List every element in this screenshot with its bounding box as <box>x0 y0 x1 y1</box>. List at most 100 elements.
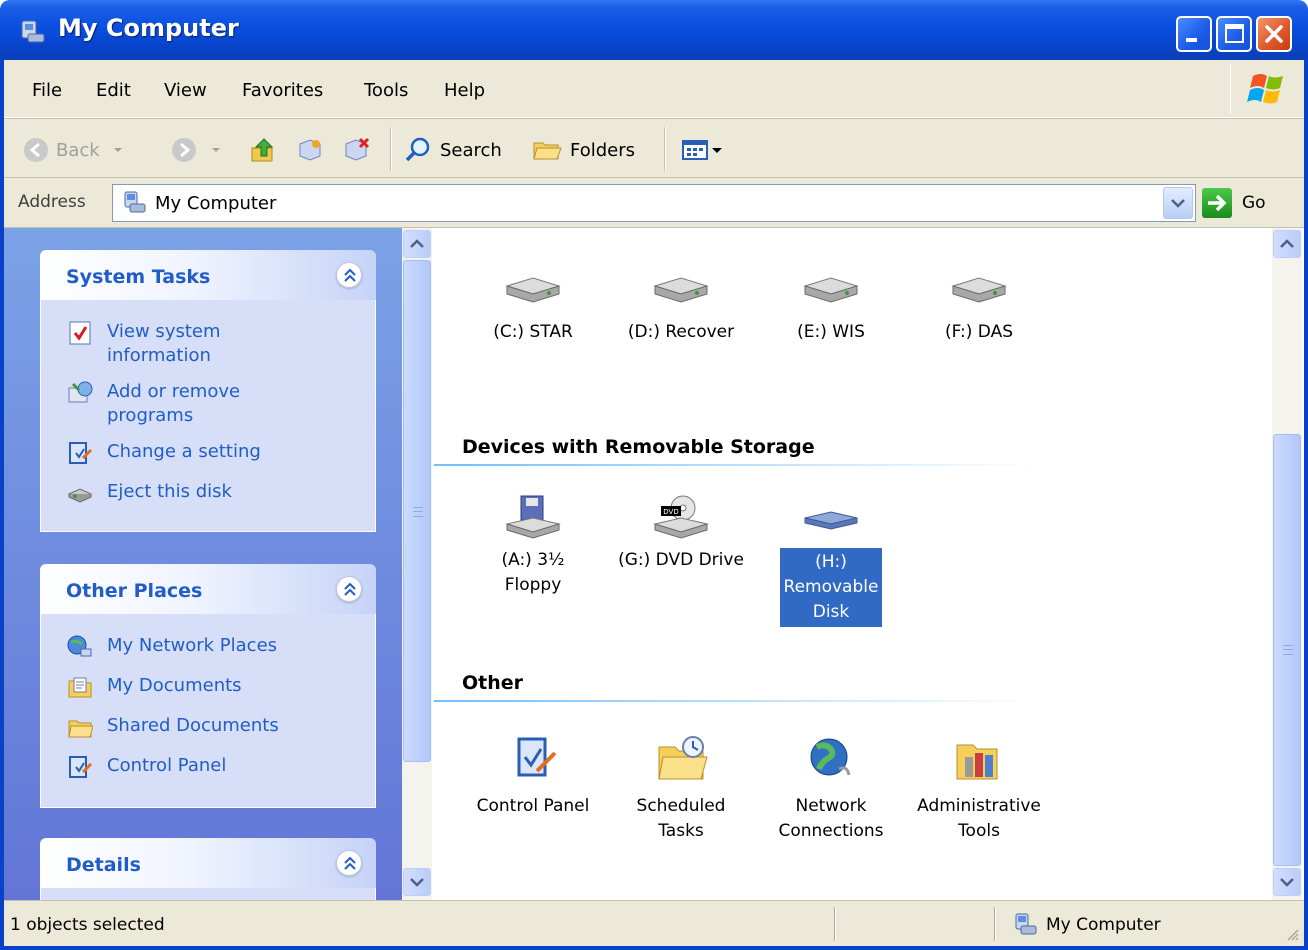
drive-e[interactable]: (E:) WIS <box>766 266 896 345</box>
drive-label: (F:) DAS <box>944 322 1014 342</box>
maximize-icon <box>1225 24 1244 43</box>
menu-tools[interactable]: Tools <box>364 80 408 101</box>
views-icon <box>682 140 708 160</box>
menu-view[interactable]: View <box>164 80 207 101</box>
hard-drive-icon <box>803 277 859 303</box>
task-view-system-info[interactable]: View system information <box>67 320 221 368</box>
drive-a-floppy[interactable]: (A:) 3½ Floppy <box>468 494 598 598</box>
address-label: Address <box>18 192 86 212</box>
my-documents-icon <box>68 677 92 698</box>
task-label: information <box>107 345 211 366</box>
network-places-icon <box>67 635 92 657</box>
scroll-up-button[interactable] <box>1273 230 1301 258</box>
hard-drive-icon <box>951 277 1007 303</box>
item-scheduled-tasks[interactable]: Scheduled Tasks <box>616 730 746 844</box>
status-bar: 1 objects selected My Computer <box>4 900 1304 946</box>
status-text: 1 objects selected <box>10 915 165 935</box>
menu-help[interactable]: Help <box>444 80 485 101</box>
chevron-down-icon <box>212 148 220 152</box>
system-tasks-header[interactable]: System Tasks <box>40 250 376 300</box>
place-label: Control Panel <box>107 755 227 776</box>
hard-drive-icon <box>653 277 709 303</box>
item-network-connections[interactable]: Network Connections <box>766 730 896 844</box>
toolbar-separator <box>390 127 392 171</box>
task-label: Add or remove <box>107 381 241 402</box>
my-computer-icon <box>1015 913 1037 935</box>
go-button[interactable]: Go <box>1202 186 1266 220</box>
scroll-down-button[interactable] <box>403 868 431 896</box>
collapse-button[interactable] <box>336 850 362 876</box>
chevron-down-icon <box>712 148 722 153</box>
item-control-panel[interactable]: Control Panel <box>468 730 598 819</box>
drive-h-removable[interactable]: (H:) Removable Disk <box>766 494 896 627</box>
drive-d[interactable]: (D:) Recover <box>616 266 746 345</box>
item-administrative-tools[interactable]: Administrative Tools <box>914 730 1044 844</box>
menu-file[interactable]: File <box>32 80 62 101</box>
collapse-button[interactable] <box>336 576 362 602</box>
delete-button[interactable] <box>342 135 370 165</box>
toolbar-separator <box>664 127 666 171</box>
close-icon <box>1265 25 1283 43</box>
place-label: Shared Documents <box>107 715 279 736</box>
details-header[interactable]: Details <box>40 838 376 888</box>
drive-g-dvd[interactable]: DVD (G:) DVD Drive <box>616 494 746 573</box>
system-tasks-title: System Tasks <box>66 266 211 288</box>
control-panel-icon <box>517 737 557 777</box>
task-label: View system <box>107 321 221 342</box>
item-label: Administrative Tools <box>917 796 1041 841</box>
other-places-panel: Other Places My Network Places My Docume… <box>40 564 376 808</box>
hard-drive-icon <box>505 277 561 303</box>
menu-favorites[interactable]: Favorites <box>242 80 323 101</box>
maximize-button[interactable] <box>1216 16 1252 52</box>
collapse-button[interactable] <box>336 262 362 288</box>
place-my-network-places[interactable]: My Network Places <box>67 634 277 660</box>
move-to-button[interactable] <box>296 135 324 165</box>
minimize-button[interactable] <box>1176 16 1212 52</box>
folders-button[interactable]: Folders <box>532 135 635 165</box>
up-folder-button[interactable] <box>250 135 278 165</box>
title-bar[interactable]: My Computer <box>0 0 1308 60</box>
up-folder-icon <box>251 138 274 162</box>
drive-c[interactable]: (C:) STAR <box>468 266 598 345</box>
inner-scrollbar[interactable] <box>402 228 432 900</box>
scroll-thumb[interactable] <box>403 260 431 762</box>
drive-f[interactable]: (F:) DAS <box>914 266 1044 345</box>
views-button[interactable] <box>680 135 724 165</box>
back-button[interactable]: Back <box>22 135 128 165</box>
task-add-remove-programs[interactable]: Add or remove programs <box>67 380 240 428</box>
menu-edit[interactable]: Edit <box>96 80 131 101</box>
task-eject-disk[interactable]: Eject this disk <box>67 480 232 506</box>
chevron-double-up-icon <box>344 856 356 870</box>
search-button[interactable]: Search <box>404 135 502 165</box>
place-my-documents[interactable]: My Documents <box>67 674 242 700</box>
drive-label: (C:) STAR <box>493 322 573 342</box>
address-dropdown-button[interactable] <box>1163 187 1193 219</box>
network-connections-icon <box>810 738 851 776</box>
go-label: Go <box>1242 193 1266 213</box>
task-change-setting[interactable]: Change a setting <box>67 440 261 466</box>
dvd-drive-icon: DVD <box>653 495 709 539</box>
svg-text:DVD: DVD <box>663 508 678 516</box>
back-label: Back <box>56 139 100 161</box>
menu-bar: File Edit View Favorites Tools Help <box>4 60 1304 118</box>
drive-label: (H:) Removable Disk <box>779 548 883 627</box>
place-control-panel[interactable]: Control Panel <box>67 754 226 780</box>
resize-grip-icon[interactable] <box>1284 926 1300 942</box>
scroll-up-button[interactable] <box>403 230 431 258</box>
place-shared-documents[interactable]: Shared Documents <box>67 714 279 740</box>
close-button[interactable] <box>1256 16 1292 52</box>
task-label: programs <box>107 405 194 426</box>
windows-logo <box>1230 64 1304 114</box>
scroll-down-button[interactable] <box>1273 868 1301 896</box>
item-label: Scheduled Tasks <box>636 796 726 841</box>
other-places-header[interactable]: Other Places <box>40 564 376 614</box>
forward-button[interactable] <box>170 135 226 165</box>
scroll-thumb[interactable] <box>1273 434 1301 866</box>
vertical-scrollbar[interactable] <box>1272 228 1302 900</box>
system-tasks-body: View system information Add or remove prog… <box>40 300 376 532</box>
details-body <box>40 888 376 900</box>
address-field[interactable]: My Computer <box>112 184 1196 222</box>
search-label: Search <box>440 139 502 161</box>
folders-label: Folders <box>570 139 636 161</box>
details-title: Details <box>66 854 141 876</box>
